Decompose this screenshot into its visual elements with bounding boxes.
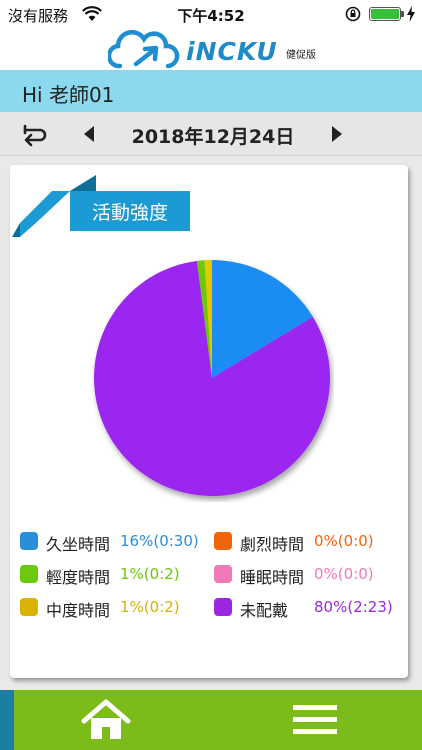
legend-label: 睡眠時間: [240, 568, 305, 587]
chart-legend: 久坐時間 16%(0:30) 劇烈時間 0%(0:0) 輕度時間 1%(0:2)…: [20, 530, 410, 630]
card-title-box: 活動強度: [70, 191, 190, 231]
greeting-text: Hi 老師01: [22, 83, 115, 107]
legend-label: 久坐時間: [46, 535, 111, 554]
card-title: 活動強度: [91, 202, 168, 224]
legend-label: 劇烈時間: [240, 535, 305, 554]
status-bar: 沒有服務 下午4:52: [0, 0, 422, 28]
legend-value: 16%(0:30): [120, 532, 199, 550]
home-icon[interactable]: [80, 698, 132, 742]
next-day-icon[interactable]: [326, 124, 346, 144]
edition-label: 健促版: [286, 50, 316, 61]
battery-icon: [369, 7, 404, 21]
rotation-lock-icon: [345, 6, 361, 22]
current-date: 2018年12月24日: [131, 126, 295, 148]
charging-icon: [407, 6, 415, 22]
legend-value: 0%(0:0): [314, 565, 374, 583]
legend-value: 0%(0:0): [314, 532, 374, 550]
cloud-logo-icon: [108, 30, 180, 69]
date-navigation: 2018年12月24日: [0, 112, 422, 156]
legend-swatch: [20, 598, 38, 616]
legend-value: 1%(0:2): [120, 565, 180, 583]
legend-swatch: [20, 532, 38, 550]
legend-swatch: [20, 565, 38, 583]
return-arrow-icon[interactable]: [22, 123, 48, 147]
legend-swatch: [214, 565, 232, 583]
app-header: iNCKU 健促版: [0, 28, 422, 70]
card-title-ribbon: 活動強度: [10, 175, 194, 237]
previous-day-icon[interactable]: [80, 124, 100, 144]
legend-swatch: [214, 598, 232, 616]
legend-value: 1%(0:2): [120, 598, 180, 616]
activity-pie-chart: [93, 260, 330, 496]
bottom-accent-strip: [0, 690, 14, 750]
legend-label: 中度時間: [46, 601, 111, 620]
legend-value: 80%(2:23): [314, 598, 393, 616]
greeting-bar: Hi 老師01: [0, 70, 422, 112]
legend-label: 輕度時間: [46, 568, 111, 587]
legend-label: 未配戴: [240, 601, 289, 620]
brand-logo-text: iNCKU: [186, 37, 278, 66]
legend-swatch: [214, 532, 232, 550]
hamburger-menu-icon[interactable]: [292, 702, 338, 738]
bottom-navigation: [0, 690, 422, 750]
